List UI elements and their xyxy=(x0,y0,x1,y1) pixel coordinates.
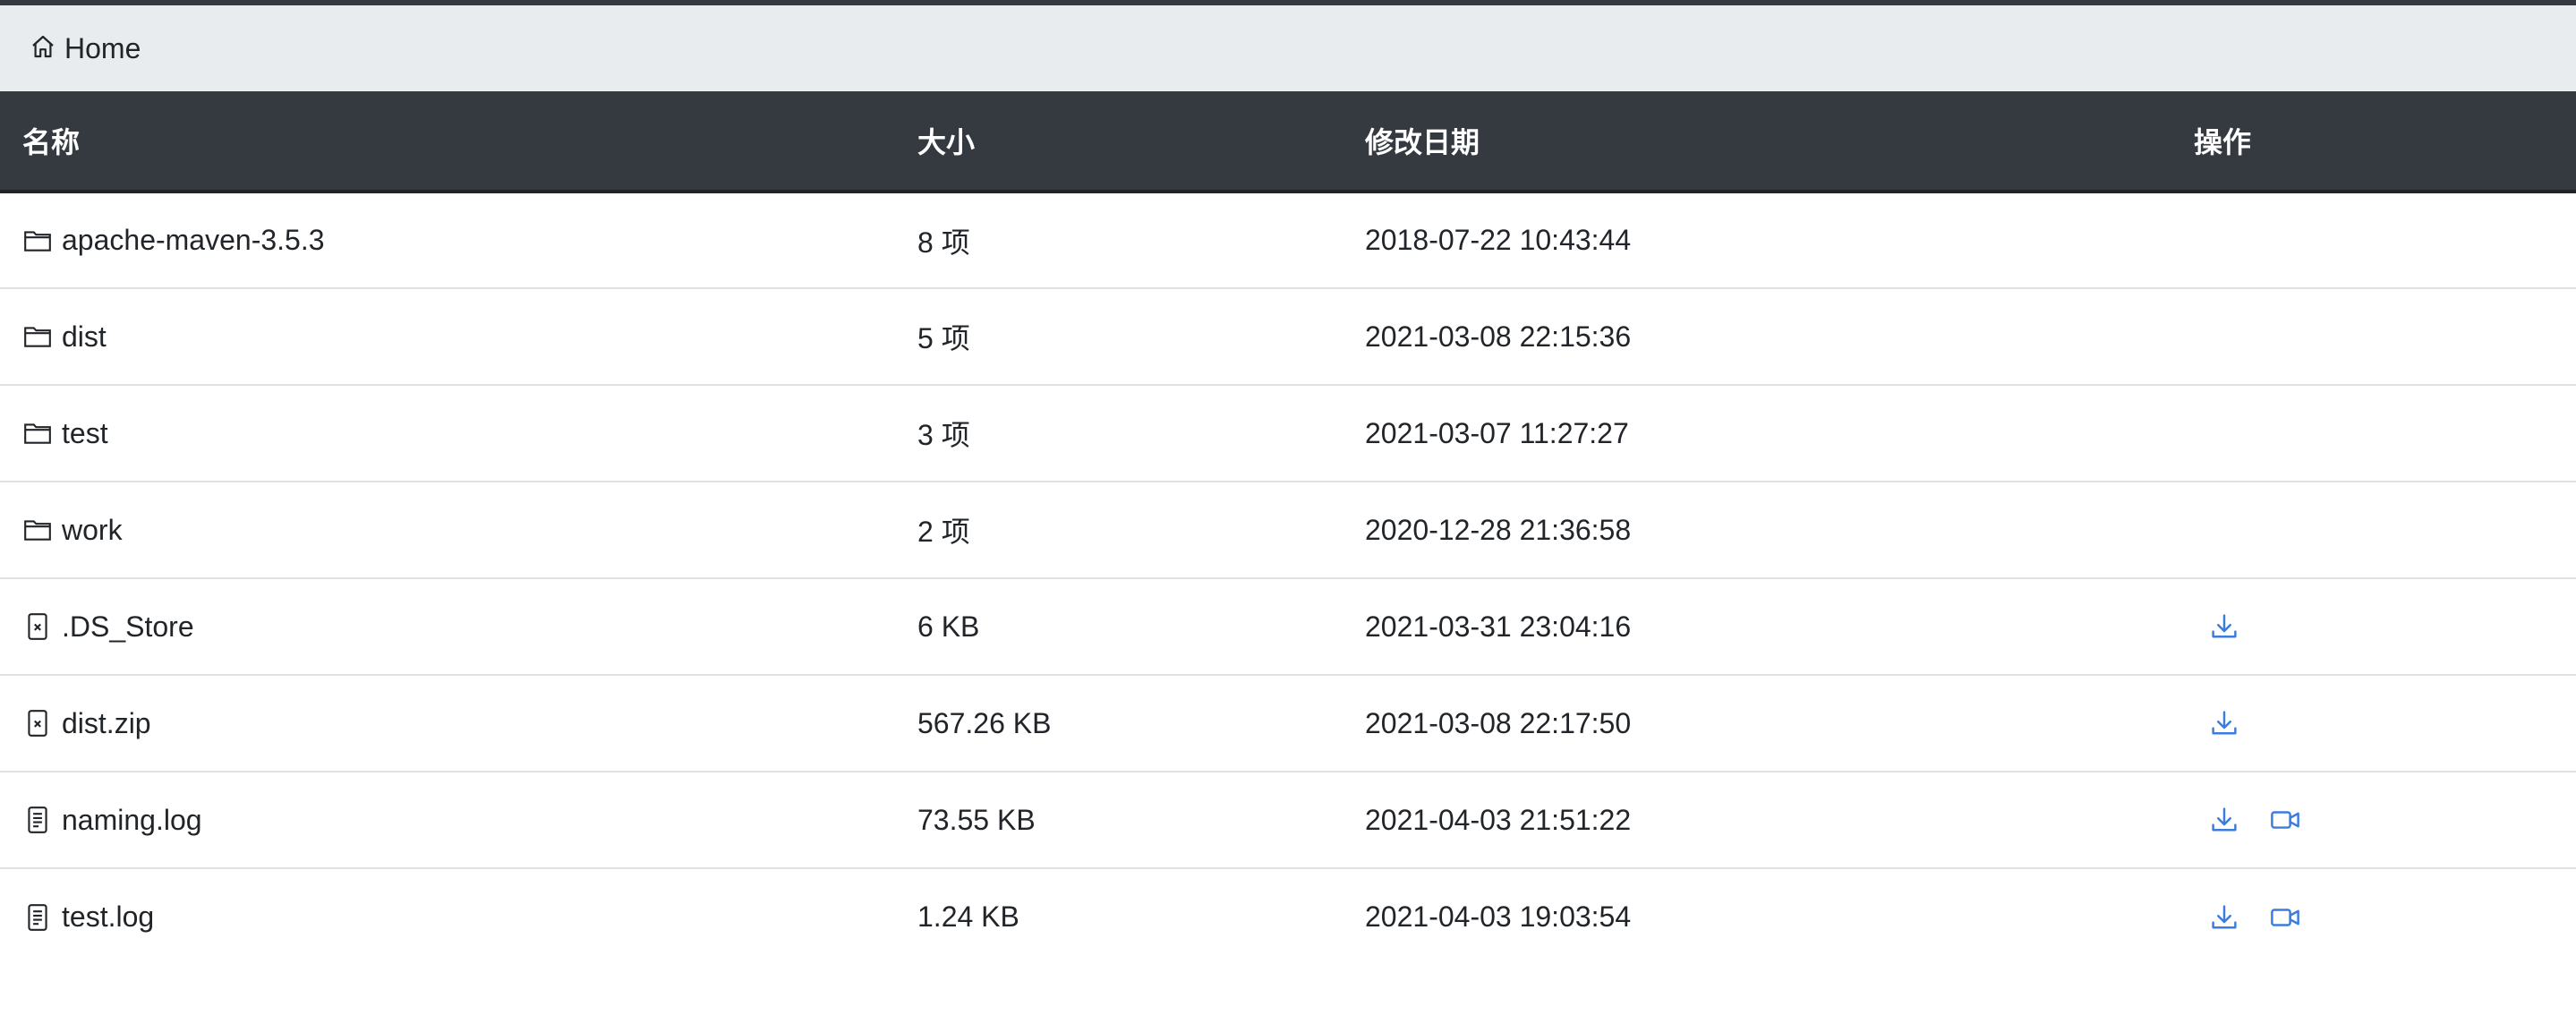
modified-cell: 2018-07-22 10:43:44 xyxy=(1343,192,2171,289)
table-row[interactable]: dist.zip 567.26 KB 2021-03-08 22:17:50 xyxy=(0,675,2576,772)
actions-cell xyxy=(2171,288,2576,386)
binary-file-icon xyxy=(22,708,53,738)
size-cell: 3 项 xyxy=(895,385,1343,482)
file-name-link[interactable]: test.log xyxy=(62,900,154,934)
download-icon[interactable] xyxy=(2208,610,2240,643)
size-cell: 1.24 KB xyxy=(917,900,1019,933)
file-table-header: 名称 大小 修改日期 操作 xyxy=(0,91,2576,193)
video-preview-icon[interactable] xyxy=(2269,901,2301,934)
modified-cell: 2020-12-28 21:36:58 xyxy=(1343,482,2171,579)
size-cell: 2 项 xyxy=(895,482,1343,579)
modified-cell: 2021-03-31 23:04:16 xyxy=(1343,578,2171,676)
actions-cell xyxy=(2171,192,2576,289)
file-table-body: apache-maven-3.5.3 8 项 2018-07-22 10:43:44… xyxy=(0,192,2576,965)
file-name-link[interactable]: apache-maven-3.5.3 xyxy=(62,224,325,257)
size-cell: 73.55 KB xyxy=(895,772,1343,869)
breadcrumb-home-label: Home xyxy=(64,31,141,64)
table-row[interactable]: naming.log 73.55 KB 2021-04-03 21:51:22 xyxy=(0,772,2576,869)
file-name-link[interactable]: dist.zip xyxy=(62,707,151,740)
actions-cell xyxy=(2171,482,2576,579)
name-cell: .DS_Store xyxy=(0,578,895,676)
download-icon[interactable] xyxy=(2208,901,2240,934)
file-table: 名称 大小 修改日期 操作 apache-maven-3.5.3 8 项 2018-… xyxy=(0,91,2576,965)
column-header-size[interactable]: 大小 xyxy=(895,91,1343,193)
folder-icon xyxy=(22,418,53,448)
text-file-icon xyxy=(22,902,53,933)
name-cell: dist.zip xyxy=(0,675,895,772)
modified-cell: 2021-04-03 21:51:22 xyxy=(1343,772,2171,869)
video-preview-icon[interactable] xyxy=(2269,804,2301,836)
table-row[interactable]: dist 5 项 2021-03-08 22:15:36 xyxy=(0,288,2576,386)
size-cell: 8 项 xyxy=(895,192,1343,289)
home-icon xyxy=(29,32,64,65)
file-name-link[interactable]: dist xyxy=(62,320,107,354)
modified-cell: 2021-03-08 22:17:50 xyxy=(1343,675,2171,772)
table-row[interactable]: apache-maven-3.5.3 8 项 2018-07-22 10:43:44 xyxy=(0,192,2576,289)
breadcrumb: Home xyxy=(0,5,2576,91)
file-name-link[interactable]: test xyxy=(62,417,108,450)
download-icon[interactable] xyxy=(2208,707,2240,739)
binary-file-icon xyxy=(22,611,53,642)
column-header-actions: 操作 xyxy=(2171,91,2576,193)
modified-cell: 2021-03-08 22:15:36 xyxy=(1343,288,2171,386)
table-row[interactable]: test 3 项 2021-03-07 11:27:27 xyxy=(0,385,2576,482)
name-cell: test.log xyxy=(0,868,895,965)
text-file-icon xyxy=(22,805,53,835)
folder-icon xyxy=(22,226,53,256)
size-cell: 567.26 KB xyxy=(895,675,1343,772)
modified-cell: 2021-04-03 19:03:54 xyxy=(1365,900,1632,933)
folder-icon xyxy=(22,515,53,545)
modified-cell: 2021-03-07 11:27:27 xyxy=(1343,385,2171,482)
actions-cell xyxy=(2171,772,2576,869)
column-header-modified[interactable]: 修改日期 xyxy=(1343,91,2171,193)
name-cell: dist xyxy=(0,288,895,386)
file-name-link[interactable]: naming.log xyxy=(62,804,202,837)
breadcrumb-home-link[interactable]: Home xyxy=(29,32,141,65)
table-row[interactable]: work 2 项 2020-12-28 21:36:58 xyxy=(0,482,2576,579)
file-name-link[interactable]: .DS_Store xyxy=(62,610,194,644)
table-row[interactable]: .DS_Store 6 KB 2021-03-31 23:04:16 xyxy=(0,578,2576,676)
column-header-name[interactable]: 名称 xyxy=(0,91,895,193)
size-cell: 6 KB xyxy=(895,578,1343,676)
actions-cell xyxy=(2171,578,2576,676)
name-cell: naming.log xyxy=(0,772,895,869)
folder-icon xyxy=(22,321,53,352)
download-icon[interactable] xyxy=(2208,804,2240,836)
size-cell: 5 项 xyxy=(895,288,1343,386)
name-cell: test xyxy=(0,385,895,482)
actions-cell xyxy=(2171,868,2576,965)
file-name-link[interactable]: work xyxy=(62,514,123,547)
actions-cell xyxy=(2171,385,2576,482)
name-cell: work xyxy=(0,482,895,579)
actions-cell xyxy=(2171,675,2576,772)
table-row[interactable]: test.log 1.24 KB 2021-04-03 19:03:54 xyxy=(0,868,2576,965)
name-cell: apache-maven-3.5.3 xyxy=(0,192,895,289)
